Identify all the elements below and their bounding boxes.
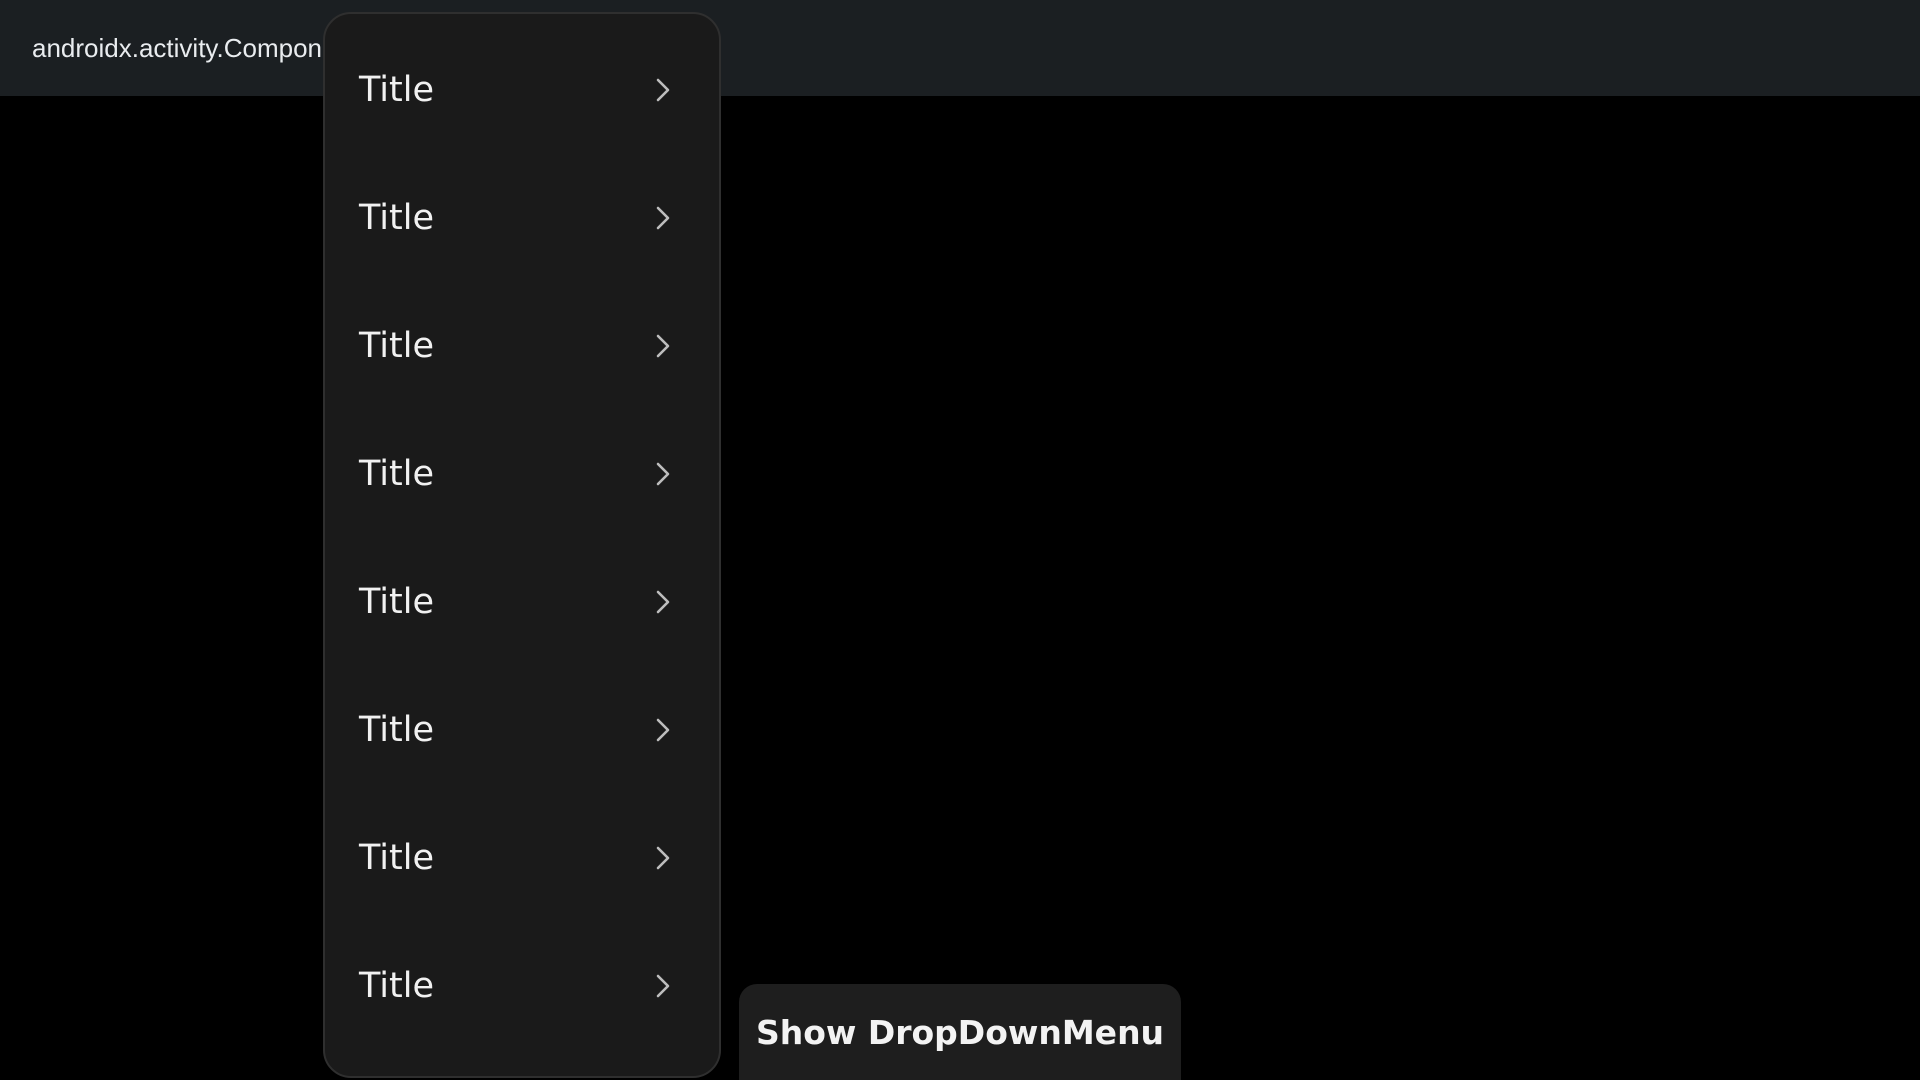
menu-item[interactable]: Title [325, 922, 719, 1050]
dropdown-menu: Title Title Title Title Title Title Titl… [323, 12, 721, 1078]
chevron-right-icon [649, 332, 677, 360]
menu-item-label: Title [359, 965, 435, 1006]
menu-item-label: Title [359, 453, 435, 494]
chevron-right-icon [649, 588, 677, 616]
menu-item[interactable]: Title [325, 666, 719, 794]
menu-item[interactable]: Title [325, 26, 719, 154]
app-screen: androidx.activity.ComponentActivity Show… [0, 0, 1920, 1080]
chevron-right-icon [649, 972, 677, 1000]
chevron-right-icon [649, 76, 677, 104]
chevron-right-icon [649, 204, 677, 232]
menu-item[interactable]: Title [325, 282, 719, 410]
menu-item-label: Title [359, 69, 435, 110]
menu-list: Title Title Title Title Title Title Titl… [325, 26, 719, 1050]
menu-item[interactable]: Title [325, 154, 719, 282]
menu-item-label: Title [359, 837, 435, 878]
menu-item-label: Title [359, 325, 435, 366]
chevron-right-icon [649, 844, 677, 872]
menu-item[interactable]: Title [325, 410, 719, 538]
menu-item[interactable]: Title [325, 794, 719, 922]
title-bar: androidx.activity.ComponentActivity [0, 0, 1920, 96]
menu-item-label: Title [359, 197, 435, 238]
show-dropdown-menu-label: Show DropDownMenu [755, 1012, 1165, 1052]
chevron-right-icon [649, 716, 677, 744]
menu-item-label: Title [359, 581, 435, 622]
show-dropdown-menu-button[interactable]: Show DropDownMenu [739, 984, 1181, 1080]
menu-item[interactable]: Title [325, 538, 719, 666]
menu-item-label: Title [359, 709, 435, 750]
chevron-right-icon [649, 460, 677, 488]
